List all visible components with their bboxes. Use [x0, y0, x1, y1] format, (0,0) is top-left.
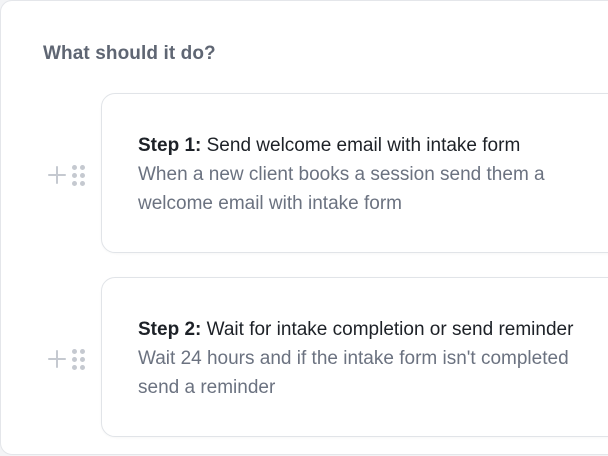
- drag-dot: [80, 180, 85, 186]
- drag-dot: [72, 180, 77, 186]
- step-title: Step 1: Send welcome email with intake f…: [138, 134, 520, 158]
- step-number-label: Step 2:: [138, 319, 202, 340]
- drag-dot: [80, 164, 85, 170]
- step-description: When a new client books a session send t…: [138, 164, 545, 214]
- drag-dot: [80, 364, 85, 370]
- drag-handle-icon[interactable]: [72, 348, 86, 370]
- add-step-plus-icon[interactable]: [46, 164, 68, 186]
- step-title-text: Wait for intake completion or send remin…: [201, 319, 574, 340]
- drag-dot: [72, 356, 77, 362]
- workflow-steps-panel: What should it do? Step 1: Send welcome …: [0, 0, 608, 455]
- step-description: Wait 24 hours and if the intake form isn…: [138, 348, 569, 398]
- step-card-2[interactable]: Step 2: Wait for intake completion or se…: [101, 277, 608, 437]
- step-row-2: Step 2: Wait for intake completion or se…: [1, 277, 608, 437]
- step-title-text: Send welcome email with intake form: [201, 135, 521, 156]
- drag-dot: [80, 172, 85, 178]
- drag-dot: [72, 364, 77, 370]
- drag-dot: [72, 164, 77, 170]
- section-heading: What should it do?: [43, 43, 216, 64]
- step-title: Step 2: Wait for intake completion or se…: [138, 318, 573, 342]
- add-step-plus-icon[interactable]: [46, 348, 68, 370]
- step-controls: [46, 163, 86, 187]
- drag-dot: [80, 348, 85, 354]
- drag-dot: [72, 348, 77, 354]
- step-controls: [46, 347, 86, 371]
- step-row-1: Step 1: Send welcome email with intake f…: [1, 93, 608, 253]
- drag-dot: [80, 356, 85, 362]
- drag-handle-icon[interactable]: [72, 164, 86, 186]
- step-number-label: Step 1:: [138, 135, 202, 156]
- drag-dot: [72, 172, 77, 178]
- step-card-1[interactable]: Step 1: Send welcome email with intake f…: [101, 93, 608, 253]
